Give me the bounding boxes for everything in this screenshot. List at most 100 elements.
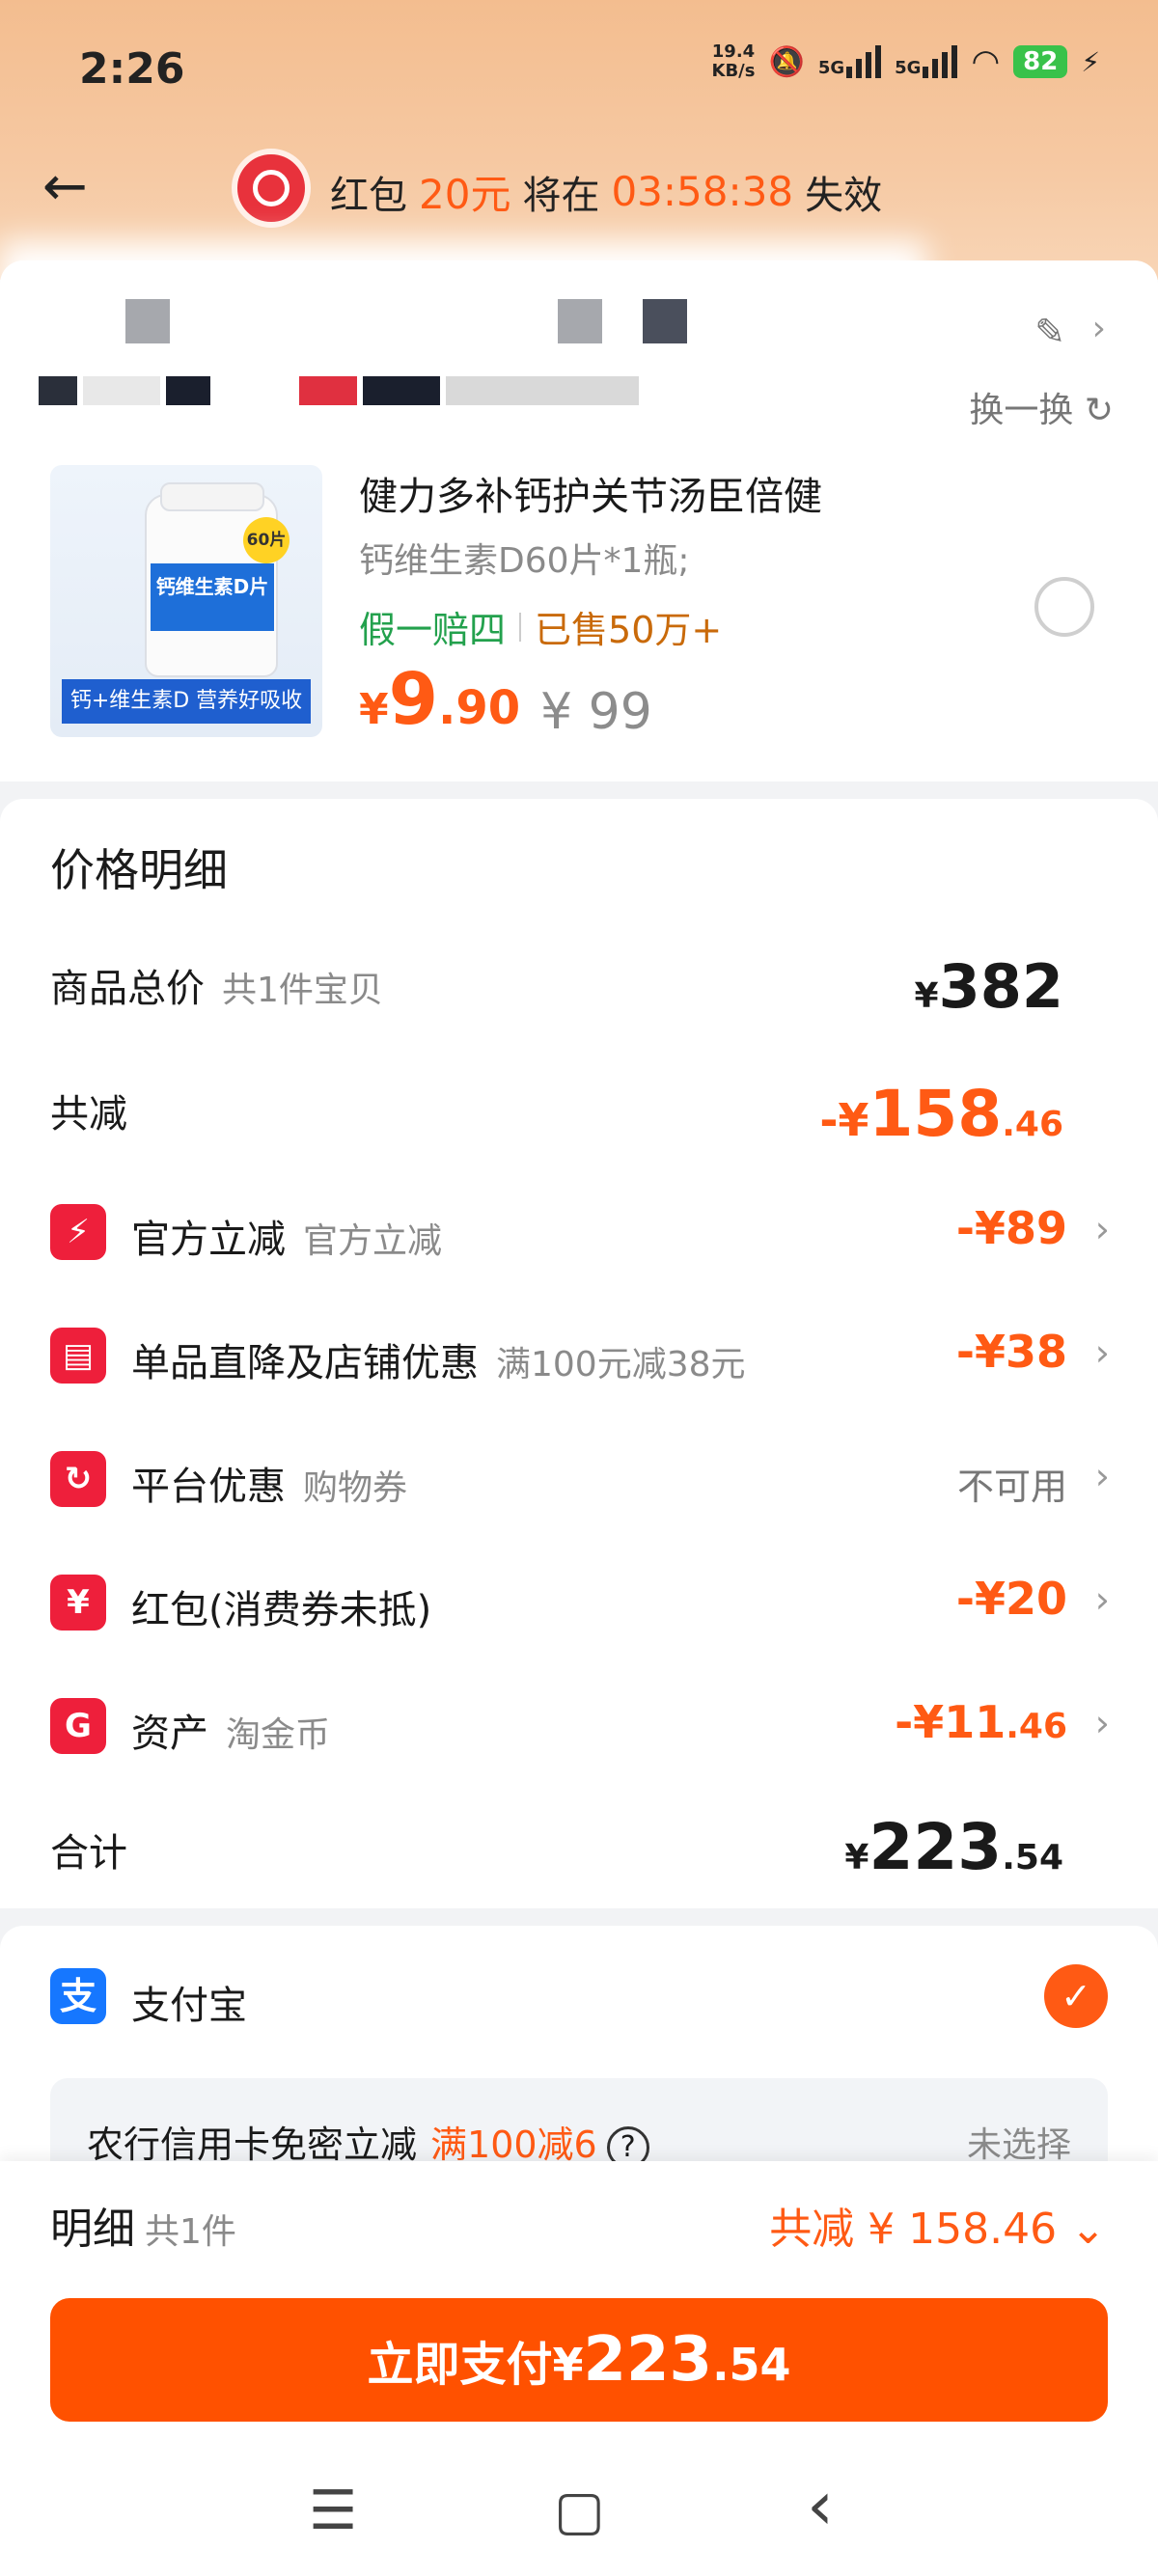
total-symbol: ¥ [914, 976, 939, 1016]
pay-dec: .54 [712, 2339, 791, 2391]
alarm-clock-icon [232, 149, 311, 228]
product-sku: 钙维生素D60片*1瓶; [359, 541, 690, 581]
reduce-label: 共减 [50, 1092, 127, 1137]
home-icon[interactable]: ▢ [554, 2480, 605, 2542]
banner-amount: 20元 [419, 171, 511, 218]
lightning-icon: ⚡ [50, 1204, 106, 1260]
total-label-text: 商品总价 [50, 967, 205, 1011]
discount-label-text: 官方立减 [131, 1218, 286, 1262]
pay-label: 立即支付 [367, 2338, 553, 2392]
product-title[interactable]: 健力多补钙护关节汤臣倍健 [359, 465, 822, 521]
redaction-block [643, 299, 687, 343]
redaction-block [125, 299, 170, 343]
promo-highlight: 满100减6 [430, 2124, 597, 2166]
price-detail-section: 价格明细 商品总价 共1件宝贝 ¥382 共减 -¥158.46 ⚡ 官方立减 官方… [0, 799, 1158, 1908]
reduce-dec: .46 [1002, 1105, 1063, 1144]
sum-value: ¥223.54 [844, 1810, 1063, 1884]
banner-text-1: 红包 [330, 173, 407, 218]
checkout-bar: 明细 共1件 共减 ¥ 158.46 ⌄ 立即支付¥223.54 [0, 2161, 1158, 2441]
reduce-int: 158 [868, 1077, 1003, 1151]
total-amount: 382 [938, 951, 1063, 1022]
reduce-value: -¥158.46 [819, 1077, 1063, 1151]
promo-label: 农行信用卡免密立减 [87, 2124, 418, 2166]
net-speed-value: 19.4 [711, 41, 756, 62]
total-value: ¥382 [915, 951, 1063, 1022]
guarantee-tag: 假一赔四 [359, 609, 507, 651]
discount-row-official[interactable]: ⚡ 官方立减 官方立减 -¥89 › [0, 1194, 1158, 1272]
reduce-row: 共减 -¥158.46 [0, 1069, 1158, 1151]
total-sub: 共1件宝贝 [222, 971, 383, 1010]
total-row: 商品总价 共1件宝贝 ¥382 [0, 944, 1158, 1022]
back-arrow-icon[interactable]: ← [42, 158, 88, 216]
banner-countdown: 03:58:38 [611, 168, 794, 215]
chevron-right-icon: › [1094, 1331, 1110, 1374]
edit-pencil-icon[interactable]: ✎ [1034, 311, 1065, 353]
discount-value: -¥11.46 [895, 1696, 1067, 1748]
payment-section: 支 支付宝 ✓ 农行信用卡免密立减 满100减6? 未选择 [0, 1926, 1158, 2184]
red-packet-banner: 红包 20元 将在 03:58:38 失效 [330, 162, 882, 221]
menu-icon[interactable]: ☰ [309, 2480, 357, 2542]
wallet-icon: G [50, 1698, 106, 1754]
discount-label: 官方立减 官方立减 [131, 1208, 442, 1264]
discount-label: 红包(消费券未抵) [131, 1578, 431, 1634]
discount-row-assets[interactable]: G 资产 淘金币 -¥11.46 › [0, 1688, 1158, 1766]
red-packet-icon: ¥ [50, 1575, 106, 1631]
price-dec: .90 [438, 681, 521, 735]
total-label: 商品总价 共1件宝贝 [50, 957, 383, 1013]
chevron-right-icon: › [1094, 1702, 1110, 1744]
status-time: 2:26 [79, 44, 185, 94]
payment-method-label[interactable]: 支付宝 [131, 1974, 247, 2030]
detail-summary[interactable]: 明细 共1件 [50, 2194, 236, 2256]
sold-count-tag: 已售50万+ [535, 609, 723, 651]
chevron-right-icon[interactable]: › [1092, 309, 1106, 348]
sum-symbol: ¥ [844, 1838, 869, 1877]
discount-label-text: 资产 [131, 1712, 208, 1756]
pay-now-button[interactable]: 立即支付¥223.54 [50, 2298, 1108, 2422]
discount-row-platform[interactable]: ↻ 平台优惠 购物券 不可用 › [0, 1441, 1158, 1519]
double-chevron-down-icon: ⌄ [1070, 2205, 1106, 2254]
swap-button[interactable]: 换一换 ↻ [969, 382, 1114, 432]
sum-row: 合计 ¥223.54 [0, 1808, 1158, 1885]
battery-indicator: 82 [1013, 45, 1068, 78]
sum-label: 合计 [50, 1831, 127, 1876]
discount-row-store[interactable]: ▤ 单品直降及店铺优惠 满100元减38元 -¥38 › [0, 1318, 1158, 1395]
chevron-right-icon: › [1094, 1455, 1110, 1497]
shop-name-redacted[interactable] [39, 376, 714, 415]
bottle-label: 钙维生素D片 [151, 563, 274, 631]
assets-value-dec: .46 [1006, 1707, 1067, 1746]
price-detail-title: 价格明细 [50, 844, 228, 896]
discount-sub: 淘金币 [226, 1715, 331, 1755]
coupon-icon: ↻ [50, 1451, 106, 1507]
discount-sub: 满100元减38元 [496, 1345, 746, 1384]
refresh-icon: ↻ [1084, 391, 1114, 430]
chevron-right-icon: › [1094, 1208, 1110, 1250]
product-image[interactable]: 钙维生素D片 60片 钙+维生素D 营养好吸收 [50, 465, 322, 737]
original-price: ¥ 99 [540, 683, 652, 741]
discount-label: 资产 淘金币 [131, 1702, 330, 1758]
signal-sim2-icon: 5G [895, 45, 958, 78]
sum-int: 223 [868, 1810, 1003, 1884]
header-bar: ← 红包 20元 将在 03:58:38 失效 [0, 145, 1158, 232]
image-caption: 钙+维生素D 营养好吸收 [62, 679, 311, 724]
charging-icon: ⚡ [1081, 45, 1100, 78]
net-speed: 19.4 KB/s [712, 42, 756, 81]
chevron-right-icon: › [1094, 1578, 1110, 1621]
mute-icon: 🔕 [768, 44, 805, 79]
system-nav-bar: ☰ ▢ ‹ [0, 2441, 1158, 2576]
price-symbol: ¥ [359, 685, 389, 734]
checkmark-icon[interactable]: ✓ [1044, 1964, 1108, 2028]
discount-value: 不可用 [956, 1466, 1067, 1508]
detail-reduce[interactable]: 共减 ¥ 158.46 ⌄ [769, 2194, 1106, 2256]
back-icon[interactable]: ‹ [807, 2466, 834, 2545]
product-select-radio[interactable] [1034, 577, 1094, 637]
order-card: ✎ › 换一换 ↻ 钙维生素D片 60片 钙+维生素D 营养好吸收 健力多补钙护… [0, 260, 1158, 781]
price-int: 9 [388, 658, 439, 741]
product-tags: 假一赔四 已售50万+ [359, 600, 722, 653]
store-icon: ▤ [50, 1328, 106, 1384]
image-tag: 60片 [243, 517, 290, 563]
net-speed-unit: KB/s [711, 61, 756, 81]
pay-int: 223 [583, 2324, 713, 2396]
discount-label: 单品直降及店铺优惠 满100元减38元 [131, 1331, 746, 1387]
discount-row-redpacket[interactable]: ¥ 红包(消费券未抵) -¥20 › [0, 1565, 1158, 1642]
detail-count: 共1件 [145, 2212, 236, 2252]
